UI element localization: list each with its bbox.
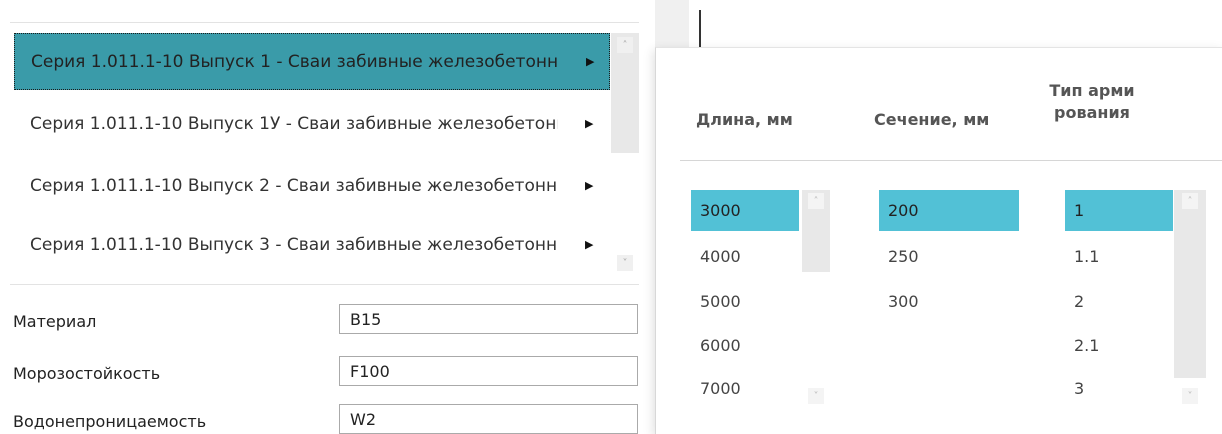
splitter-strip [655,0,689,47]
series-item-vyp1[interactable]: Серия 1.011.1-10 Выпуск 1 - Сваи забивны… [14,33,610,90]
series-list-scrollbar[interactable]: ˄ [611,33,639,153]
length-column-header: Длина, мм [696,110,793,129]
reinforcement-option-3[interactable]: 3 [1065,368,1173,409]
series-item-label: Серия 1.011.1-10 Выпуск 1 - Сваи забивны… [31,51,559,72]
section-option-250[interactable]: 250 [879,236,1019,277]
reinforcement-scrollbar[interactable]: ˄ [1174,190,1206,378]
series-list[interactable]: Серия 1.011.1-10 Выпуск 1 - Сваи забивны… [14,33,610,281]
scroll-up-icon[interactable]: ˄ [1182,193,1198,209]
submenu-arrow-icon: ▶ [585,117,594,130]
water-resistance-label: Водонепроницаемость [13,412,207,431]
submenu-arrow-icon: ▶ [585,238,594,251]
series-item-vyp1u[interactable]: Серия 1.011.1-10 Выпуск 1У - Сваи забивн… [14,95,610,152]
section-option-200[interactable]: 200 [879,190,1019,231]
pile-parameters-popup: Длина, мм Сечение, мм Тип армирования 30… [655,47,1222,434]
divider-top [10,22,639,23]
series-item-label: Серия 1.011.1-10 Выпуск 2 - Сваи забивны… [30,175,558,196]
scroll-down-icon[interactable]: ˅ [808,388,824,404]
section-column-header: Сечение, мм [874,110,990,129]
material-label: Материал [13,312,97,331]
frost-resistance-field[interactable] [339,356,638,386]
length-option-5000[interactable]: 5000 [691,281,799,322]
reinforcement-option-2[interactable]: 2 [1065,281,1173,322]
water-resistance-field[interactable] [339,404,638,434]
length-option-3000[interactable]: 3000 [691,190,799,231]
reinforcement-option-2-1[interactable]: 2.1 [1065,325,1173,366]
submenu-arrow-icon: ▶ [586,55,595,68]
length-option-4000[interactable]: 4000 [691,236,799,277]
frost-resistance-label: Морозостойкость [13,364,161,383]
reinforcement-option-1[interactable]: 1 [1065,190,1173,231]
series-item-label: Серия 1.011.1-10 Выпуск 3 - Сваи забивны… [30,234,558,255]
divider-bottom [10,284,639,285]
series-item-label: Серия 1.011.1-10 Выпуск 1У - Сваи забивн… [30,113,558,134]
submenu-arrow-icon: ▶ [585,179,594,192]
length-scrollbar[interactable]: ˄ [802,190,830,272]
scroll-down-icon[interactable]: ˅ [1182,388,1198,404]
text-cursor [699,10,701,47]
length-option-7000[interactable]: 7000 [691,368,799,409]
scroll-up-icon[interactable]: ˄ [617,37,633,53]
header-divider [680,160,1222,161]
series-item-vyp2[interactable]: Серия 1.011.1-10 Выпуск 2 - Сваи забивны… [14,157,610,214]
section-option-300[interactable]: 300 [879,281,1019,322]
series-item-vyp3[interactable]: Серия 1.011.1-10 Выпуск 3 - Сваи забивны… [14,216,610,273]
reinforcement-option-1-1[interactable]: 1.1 [1065,236,1173,277]
length-option-6000[interactable]: 6000 [691,325,799,366]
scroll-up-icon[interactable]: ˄ [808,193,824,209]
material-field[interactable] [339,304,638,334]
reinforcement-column-header: Тип армирования [1049,81,1135,122]
scroll-down-icon[interactable]: ˅ [617,255,633,271]
